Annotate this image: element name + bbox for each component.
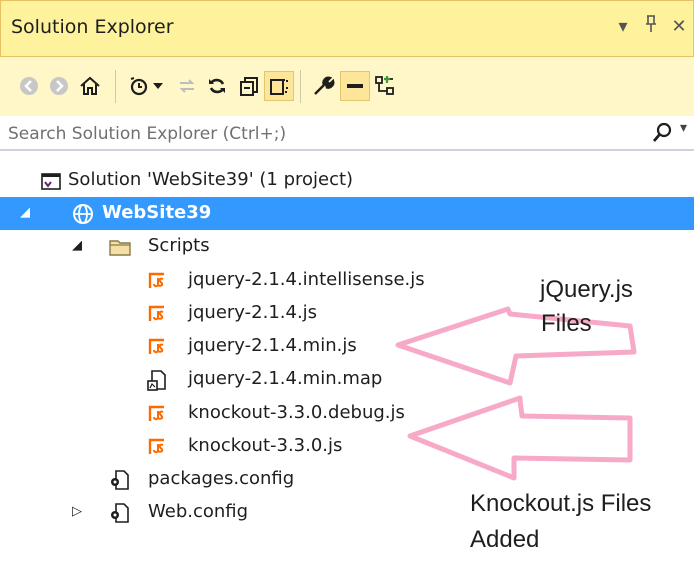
jquery-annotation-line2: Files <box>541 310 592 337</box>
jquery-annotation-line1: jQuery.js <box>540 276 633 303</box>
knockout-annotation-line1: Knockout.js Files <box>470 490 652 517</box>
knockout-annotation-line2: Added <box>470 526 540 553</box>
jquery-arrow <box>395 306 637 386</box>
knockout-arrow <box>407 395 633 481</box>
